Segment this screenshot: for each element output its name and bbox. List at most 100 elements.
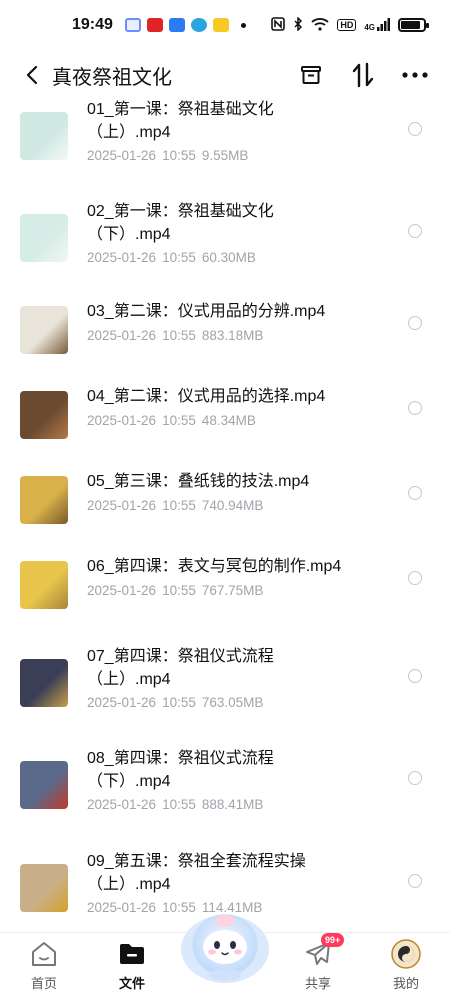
- file-date: 2025-01-26: [87, 498, 157, 513]
- status-bar: 19:49 HD 4G: [0, 0, 450, 50]
- file-meta: 2025-01-26 10:55 763.05MB: [87, 695, 263, 710]
- status-time: 19:49: [72, 16, 113, 33]
- select-radio[interactable]: [408, 771, 422, 785]
- video-thumbnail: [20, 391, 68, 439]
- file-meta: 2025-01-26 10:55 883.18MB: [87, 328, 263, 343]
- file-row[interactable]: 07_第四课：祭祖仪式流程（上）.mp4 2025-01-26 10:55 763.0…: [0, 645, 450, 730]
- file-time: 10:55: [162, 148, 196, 163]
- home-icon: [29, 939, 59, 969]
- file-row[interactable]: 08_第四课：祭祖仪式流程（下）.mp4 2025-01-26 10:55 888.4…: [0, 747, 450, 832]
- signal-icon: 4G: [364, 18, 390, 32]
- select-radio[interactable]: [408, 316, 422, 330]
- mail-app-icon: [168, 18, 185, 32]
- file-name: 07_第四课：祭祖仪式流程（上）.mp4: [87, 648, 274, 688]
- network-type-label: 4G: [364, 23, 375, 32]
- video-thumbnail: [20, 761, 68, 809]
- back-icon[interactable]: [20, 63, 44, 87]
- video-thumbnail: [20, 659, 68, 707]
- video-thumbnail: [20, 112, 68, 160]
- file-time: 10:55: [162, 250, 196, 265]
- nav-share-label: 共享: [304, 976, 331, 991]
- file-name: 02_第一课：祭祖基础文化（下）.mp4: [87, 203, 274, 243]
- archive-button[interactable]: [296, 60, 326, 90]
- wifi-icon: [311, 17, 329, 34]
- telegram-icon: [190, 18, 207, 32]
- select-radio[interactable]: [408, 486, 422, 500]
- file-list[interactable]: 01_第一课：祭祖基础文化（上）.mp4 2025-01-26 10:55 9.55M…: [0, 100, 450, 932]
- mascot-icon: [181, 914, 269, 983]
- file-row[interactable]: 06_第四课：表文与冥包的制作.mp4 2025-01-26 10:55 767.75…: [0, 555, 450, 640]
- select-radio[interactable]: [408, 571, 422, 585]
- file-name: 01_第一课：祭祖基础文化（上）.mp4: [87, 101, 274, 141]
- nav-share[interactable]: 99+ 共享: [288, 933, 348, 999]
- select-radio[interactable]: [408, 401, 422, 415]
- hd-icon: HD: [337, 19, 357, 31]
- file-size: 740.94MB: [201, 498, 264, 513]
- file-row[interactable]: 05_第三课：叠纸钱的技法.mp4 2025-01-26 10:55 740.94MB: [0, 470, 450, 555]
- select-radio[interactable]: [408, 874, 422, 888]
- file-row[interactable]: 04_第二课：仪式用品的选择.mp4 2025-01-26 10:55 48.34MB: [0, 385, 450, 470]
- sort-icon: [352, 62, 374, 88]
- file-time: 10:55: [162, 797, 196, 812]
- status-app-icons: [124, 18, 246, 32]
- file-meta: 2025-01-26 10:55 48.34MB: [87, 413, 256, 428]
- page-title: 真夜祭祖文化: [52, 66, 172, 89]
- video-thumbnail: [20, 476, 68, 524]
- file-name: 03_第二课：仪式用品的分辨.mp4: [87, 303, 326, 320]
- file-size: 48.34MB: [201, 413, 256, 428]
- file-date: 2025-01-26: [87, 250, 157, 265]
- file-date: 2025-01-26: [87, 900, 157, 915]
- video-thumbnail: [20, 306, 68, 354]
- nav-mine[interactable]: 我的: [376, 939, 436, 999]
- nav-mine-label: 我的: [392, 976, 419, 991]
- select-radio[interactable]: [408, 122, 422, 136]
- file-date: 2025-01-26: [87, 583, 157, 598]
- header-actions: [296, 60, 430, 90]
- nfc-icon: [271, 16, 286, 34]
- nav-home[interactable]: 首页: [14, 939, 74, 999]
- file-name: 04_第二课：仪式用品的选择.mp4: [87, 388, 326, 405]
- file-name: 08_第四课：祭祖仪式流程（下）.mp4: [87, 750, 274, 790]
- folder-icon: [117, 939, 147, 969]
- file-meta: 2025-01-26 10:55 888.41MB: [87, 797, 263, 812]
- more-icon: [402, 72, 428, 78]
- file-row[interactable]: 03_第二课：仪式用品的分辨.mp4 2025-01-26 10:55 883.18M…: [0, 300, 450, 385]
- nav-files[interactable]: 文件: [102, 939, 162, 999]
- share-send-icon: 99+: [303, 933, 345, 969]
- avatar: [391, 939, 421, 969]
- file-row[interactable]: 02_第一课：祭祖基础文化（下）.mp4 2025-01-26 10:55 60.30…: [0, 200, 450, 285]
- file-time: 10:55: [162, 583, 196, 598]
- meituan-app-icon: [212, 18, 229, 32]
- file-meta: 2025-01-26 10:55 767.75MB: [87, 583, 263, 598]
- file-size: 9.55MB: [201, 148, 249, 163]
- header: 真夜祭祖文化: [0, 50, 450, 100]
- file-time: 10:55: [162, 413, 196, 428]
- file-time: 10:55: [162, 498, 196, 513]
- mascot-button[interactable]: [178, 905, 272, 985]
- battery-icon: [398, 18, 429, 32]
- file-size: 883.18MB: [201, 328, 264, 343]
- nav-files-label: 文件: [118, 976, 145, 991]
- news-app-icon: [146, 18, 163, 32]
- video-thumbnail: [20, 561, 68, 609]
- file-name: 06_第四课：表文与冥包的制作.mp4: [87, 558, 342, 575]
- share-badge: 99+: [321, 933, 345, 947]
- status-right: HD 4G: [271, 15, 429, 34]
- select-radio[interactable]: [408, 669, 422, 683]
- nav-home-label: 首页: [30, 976, 57, 991]
- more-button[interactable]: [400, 60, 430, 90]
- file-size: 767.75MB: [201, 583, 264, 598]
- sort-button[interactable]: [348, 60, 378, 90]
- file-size: 888.41MB: [201, 797, 264, 812]
- archive-icon: [301, 66, 321, 84]
- file-meta: 2025-01-26 10:55 9.55MB: [87, 148, 248, 163]
- file-time: 10:55: [162, 695, 196, 710]
- more-notifications-dot: [240, 22, 246, 28]
- video-thumbnail: [20, 864, 68, 912]
- select-radio[interactable]: [408, 224, 422, 238]
- video-thumbnail: [20, 214, 68, 262]
- file-date: 2025-01-26: [87, 695, 157, 710]
- file-size: 763.05MB: [201, 695, 264, 710]
- app-notification-icon: [124, 18, 141, 32]
- file-row[interactable]: 01_第一课：祭祖基础文化（上）.mp4 2025-01-26 10:55 9.55M…: [0, 100, 450, 183]
